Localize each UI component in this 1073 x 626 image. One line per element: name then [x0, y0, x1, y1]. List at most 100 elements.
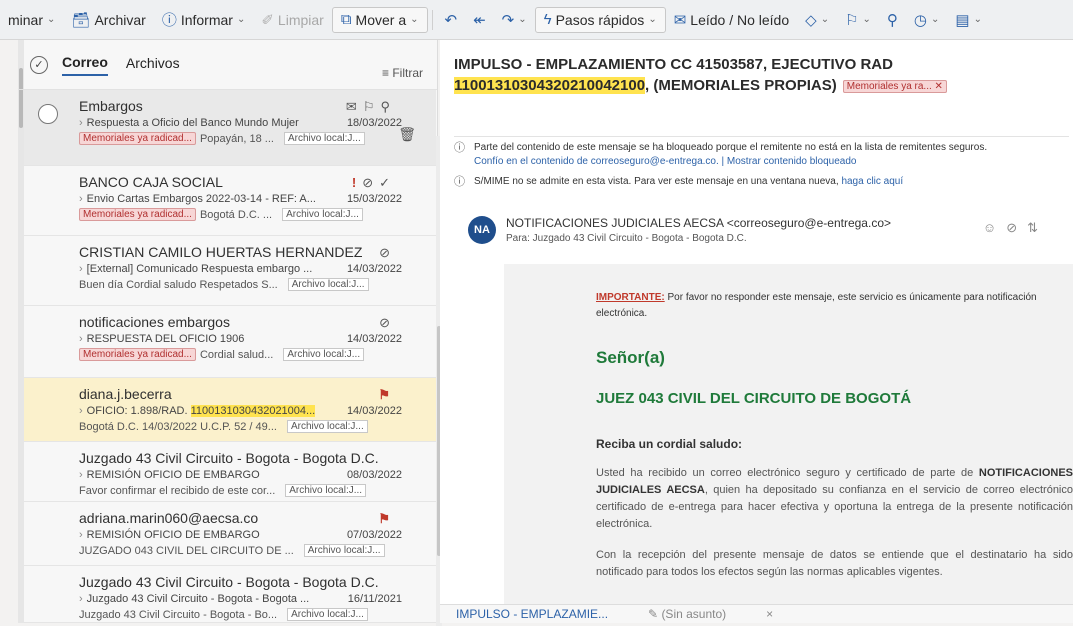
message-date: 14/03/2022 — [346, 333, 402, 345]
delete-icon[interactable]: 🗑 — [398, 126, 416, 143]
flag-icon[interactable]: ⚑ — [378, 511, 396, 527]
list-item[interactable]: notificaciones embargos ⊘ › RESPUESTA DEL… — [24, 306, 436, 378]
emoji-icon[interactable]: ☺ — [983, 220, 1006, 235]
move-to-button[interactable]: ⧉ Mover a ⌄ — [331, 6, 428, 33]
security-warnings: ⓘ Parte del contenido de este mensaje se … — [454, 136, 1069, 195]
important-label[interactable]: IMPORTANTE: — [596, 292, 665, 303]
chevron-right-icon: › — [79, 117, 83, 129]
reply-all-button[interactable]: ↞ — [465, 6, 494, 34]
info-icon: ⓘ — [454, 176, 465, 188]
list-item[interactable]: diana.j.becerra ⚑ › OFICIO: 1.898/RAD. 11… — [24, 378, 436, 442]
view-button[interactable]: ▤ ⌄ — [947, 6, 990, 34]
list-item[interactable]: Juzgado 43 Civil Circuito - Bogota - Bog… — [24, 442, 436, 502]
chevron-down-icon[interactable]: ⌄ — [974, 14, 982, 25]
message-subject: Envio Cartas Embargos 2022-03-14 - REF: … — [86, 193, 316, 205]
message-preview: Bogotá D.C. ... — [199, 208, 273, 221]
select-radio[interactable] — [38, 104, 58, 124]
report-button[interactable]: ⓘ Informar ⌄ — [154, 6, 254, 34]
archive-badge: Archivo local:J... — [283, 132, 365, 145]
message-preview: Cordial salud... — [199, 348, 274, 361]
greeting: Reciba un cordial saludo: — [596, 437, 743, 451]
forward-button[interactable]: ↷ ⌄ — [494, 6, 535, 34]
trust-sender-link[interactable]: Confío en el contenido de correoseguro@e… — [474, 155, 987, 169]
chevron-down-icon[interactable]: ⌄ — [518, 14, 526, 25]
flag-icon[interactable]: ⚐ — [363, 99, 381, 114]
sender-info: NA NOTIFICACIONES JUDICIALES AECSA <corr… — [468, 216, 1068, 244]
chevron-down-icon[interactable]: ⌄ — [237, 14, 245, 25]
message-actions: ✉⚐⚲ — [346, 99, 396, 115]
list-item[interactable]: Embargos ✉⚐⚲ 🗑 › Respuesta a Oficio del B… — [24, 90, 436, 166]
quick-steps-button[interactable]: ϟ Pasos rápidos ⌄ — [534, 6, 666, 33]
message-date: 16/11/2021 — [347, 593, 402, 605]
message-sender: Juzgado 43 Civil Circuito - Bogota - Bog… — [79, 450, 379, 466]
archive-icon: 🗃 — [71, 11, 91, 29]
chevron-right-icon: › — [79, 405, 83, 417]
title-text: IMPULSO - EMPLAZAMIENTO CC 41503587, EJE… — [454, 56, 893, 73]
archive-button[interactable]: 🗃 Archivar — [63, 6, 153, 34]
chevron-down-icon[interactable]: ⌄ — [863, 14, 871, 25]
reply-icon: ↶ — [444, 11, 458, 29]
sweep-button[interactable]: ✐ Limpiar — [253, 6, 331, 34]
category-badge[interactable]: Memoriales ya ra... ✕ — [842, 79, 947, 93]
attachment-icon: ⊘ — [379, 315, 396, 330]
smime-notice: S/MIME no se admite en esta vista. Para … — [474, 176, 839, 187]
view-icon: ▤ — [955, 11, 970, 29]
list-item[interactable]: CRISTIAN CAMILO HUERTAS HERNANDEZ ⊘ › [Ex… — [24, 236, 436, 306]
avatar[interactable]: NA — [468, 216, 496, 244]
chevron-down-icon[interactable]: ⌄ — [410, 14, 418, 25]
archive-badge: Archivo local:J... — [287, 608, 368, 621]
chevron-right-icon: › — [79, 529, 83, 541]
chevron-down-icon[interactable]: ⌄ — [931, 14, 939, 25]
message-body: IMPORTANTE: Por favor no responder este … — [596, 290, 1073, 581]
message-date: 14/03/2022 — [346, 263, 402, 275]
attachment-icon[interactable]: ⊘ — [1006, 220, 1027, 235]
envelope-icon[interactable]: ✉ — [346, 99, 363, 114]
chevron-down-icon[interactable]: ⌄ — [821, 14, 829, 25]
list-item[interactable]: Juzgado 43 Civil Circuito - Bogota - Bog… — [24, 566, 436, 623]
delete-label: minar — [8, 11, 44, 28]
tag-button[interactable]: ◇ ⌄ — [797, 6, 837, 34]
filter-button[interactable]: ≡ Filtrar — [382, 66, 423, 80]
open-new-window-link[interactable]: haga clic aquí — [841, 176, 903, 187]
flag-icon: ⚐ — [845, 11, 859, 29]
message-date: 07/03/2022 — [346, 529, 402, 541]
close-icon[interactable]: × — [766, 607, 773, 621]
message-title: IMPULSO - EMPLAZAMIENTO CC 41503587, EJE… — [454, 54, 1064, 97]
message-sender: Juzgado 43 Civil Circuito - Bogota - Bog… — [79, 574, 379, 590]
to-address: Para: Juzgado 43 Civil Circuito - Bogota… — [506, 233, 747, 244]
draft-tab[interactable]: ✎ (Sin asunto) — [648, 607, 726, 621]
delete-button[interactable]: minar ⌄ — [0, 6, 63, 34]
attachment-icon: ⊘ — [379, 245, 396, 260]
pin-button[interactable]: ⚲ — [879, 6, 906, 34]
list-item[interactable]: adriana.marin060@aecsa.co ⚑ › REMISIÓN OF… — [24, 502, 436, 566]
tab-archivos[interactable]: Archivos — [126, 55, 180, 75]
select-all-icon[interactable]: ✓ — [30, 55, 48, 74]
list-item[interactable]: BANCO CAJA SOCIAL !⊘✓ › Envio Cartas Emba… — [24, 166, 436, 236]
pin-icon: ⚲ — [886, 11, 898, 29]
message-subject: Respuesta a Oficio del Banco Mundo Mujer — [86, 117, 299, 129]
more-actions-icon[interactable]: ⇅ — [1027, 220, 1048, 235]
read-unread-button[interactable]: ✉ Leído / No leído — [666, 6, 797, 34]
title-suffix: , (MEMORIALES PROPIAS) — [645, 77, 837, 94]
category-label: Memoriales ya ra... — [846, 80, 932, 92]
recipient-heading: JUEZ 043 CIVIL DEL CIRCUITO DE BOGOTÁ — [596, 390, 912, 407]
snooze-button[interactable]: ◷ ⌄ — [906, 6, 947, 34]
message-subject: Juzgado 43 Civil Circuito - Bogota - Bog… — [86, 593, 310, 605]
pin-icon[interactable]: ⚲ — [380, 99, 396, 114]
draft-tabs-bar: IMPULSO - EMPLAZAMIE... ✎ (Sin asunto) × — [440, 604, 1073, 623]
reply-all-icon: ↞ — [473, 11, 486, 29]
blocked-notice: Parte del contenido de este mensaje se h… — [474, 142, 988, 153]
flag-button[interactable]: ⚐ ⌄ — [837, 6, 879, 34]
archive-label: Archivar — [94, 11, 146, 28]
chevron-down-icon[interactable]: ⌄ — [47, 14, 55, 25]
tab-correo[interactable]: Correo — [62, 54, 108, 76]
archive-badge: Archivo local:J... — [303, 544, 385, 557]
draft-label: (Sin asunto) — [661, 607, 727, 621]
draft-tab[interactable]: IMPULSO - EMPLAZAMIE... — [456, 607, 608, 621]
chevron-down-icon[interactable]: ⌄ — [648, 14, 656, 25]
attachment-icon: ⊘ — [362, 175, 380, 190]
salutation: Señor(a) — [596, 348, 665, 367]
flag-icon[interactable]: ⚑ — [378, 387, 396, 403]
reply-button[interactable]: ↶ — [437, 6, 466, 34]
from-address[interactable]: NOTIFICACIONES JUDICIALES AECSA <correos… — [506, 216, 891, 230]
